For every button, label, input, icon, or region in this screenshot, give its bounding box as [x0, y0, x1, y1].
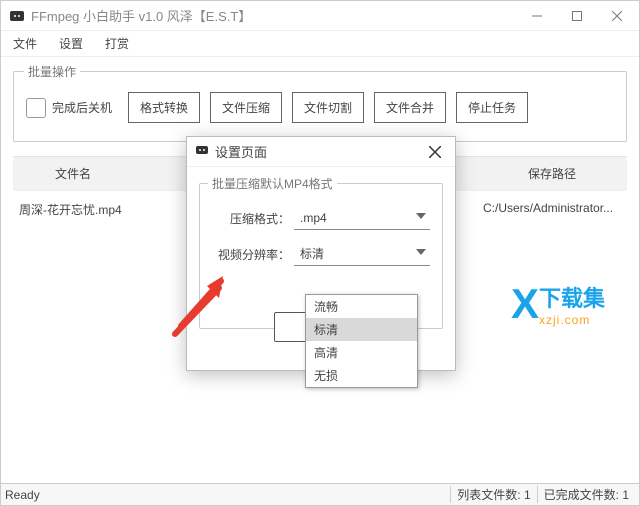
- dialog-group-title: 批量压缩默认MP4格式: [208, 175, 337, 192]
- cell-savepath: C:/Users/Administrator...: [477, 191, 627, 228]
- th-savepath[interactable]: 保存路径: [477, 157, 627, 190]
- menu-settings[interactable]: 设置: [53, 33, 89, 54]
- watermark-url: xzji.com: [539, 313, 605, 327]
- stop-task-button[interactable]: 停止任务: [456, 92, 528, 123]
- menu-donate[interactable]: 打赏: [99, 33, 135, 54]
- format-value: .mp4: [300, 211, 327, 225]
- status-done: 已完成文件数: 1: [537, 486, 635, 503]
- shutdown-text: 完成后关机: [52, 99, 112, 116]
- option-sd[interactable]: 标清: [306, 318, 417, 341]
- title-bar: FFmpeg 小白助手 v1.0 风泽【E.S.T】: [1, 1, 639, 31]
- option-lossless[interactable]: 无损: [306, 364, 417, 387]
- dialog-title: 设置页面: [215, 142, 423, 161]
- format-row: 压缩格式： .mp4: [212, 206, 430, 230]
- file-merge-button[interactable]: 文件合并: [374, 92, 446, 123]
- batch-row: 完成后关机 格式转换 文件压缩 文件切割 文件合并 停止任务: [26, 92, 614, 123]
- resolution-dropdown[interactable]: 标清: [294, 242, 430, 266]
- status-bar: Ready 列表文件数: 1 已完成文件数: 1: [1, 483, 639, 505]
- batch-group-title: 批量操作: [24, 63, 80, 80]
- chevron-down-icon: [416, 249, 426, 255]
- file-compress-button[interactable]: 文件压缩: [210, 92, 282, 123]
- watermark: X 下载集 xzji.com: [511, 281, 605, 327]
- resolution-row: 视频分辨率： 标清: [212, 242, 430, 266]
- cell-filename: 周深-花开忘忧.mp4: [13, 191, 133, 228]
- watermark-cn: 下载集: [539, 281, 605, 313]
- dialog-titlebar: 设置页面: [187, 137, 455, 167]
- file-cut-button[interactable]: 文件切割: [292, 92, 364, 123]
- window-title: FFmpeg 小白助手 v1.0 风泽【E.S.T】: [31, 6, 517, 25]
- menu-bar: 文件 设置 打赏: [1, 31, 639, 57]
- format-label: 压缩格式：: [212, 210, 294, 227]
- dialog-group: 批量压缩默认MP4格式 压缩格式： .mp4 视频分辨率： 标清 保存: [199, 183, 443, 329]
- status-count: 列表文件数: 1: [450, 486, 536, 503]
- shutdown-checkbox[interactable]: [26, 98, 46, 118]
- shutdown-checkbox-label[interactable]: 完成后关机: [26, 98, 112, 118]
- menu-file[interactable]: 文件: [7, 33, 43, 54]
- option-hd[interactable]: 高清: [306, 341, 417, 364]
- resolution-options-list[interactable]: 流畅 标清 高清 无损: [305, 294, 418, 388]
- format-convert-button[interactable]: 格式转换: [128, 92, 200, 123]
- main-window: FFmpeg 小白助手 v1.0 风泽【E.S.T】 文件 设置 打赏 批量操作…: [0, 0, 640, 506]
- chevron-down-icon: [416, 213, 426, 219]
- app-icon: [9, 8, 25, 24]
- settings-dialog: 设置页面 批量压缩默认MP4格式 压缩格式： .mp4 视频分辨率： 标清: [186, 136, 456, 371]
- maximize-button[interactable]: [557, 2, 597, 30]
- dialog-app-icon: [195, 143, 209, 160]
- option-fluent[interactable]: 流畅: [306, 295, 417, 318]
- dialog-close-button[interactable]: [423, 140, 447, 164]
- resolution-label: 视频分辨率：: [212, 246, 294, 263]
- format-dropdown[interactable]: .mp4: [294, 206, 430, 230]
- resolution-value: 标清: [300, 245, 324, 262]
- minimize-button[interactable]: [517, 2, 557, 30]
- watermark-x-icon: X: [511, 283, 539, 325]
- close-button[interactable]: [597, 2, 637, 30]
- status-ready: Ready: [5, 488, 40, 502]
- th-filename[interactable]: 文件名: [13, 157, 133, 190]
- batch-group: 批量操作 完成后关机 格式转换 文件压缩 文件切割 文件合并 停止任务: [13, 71, 627, 142]
